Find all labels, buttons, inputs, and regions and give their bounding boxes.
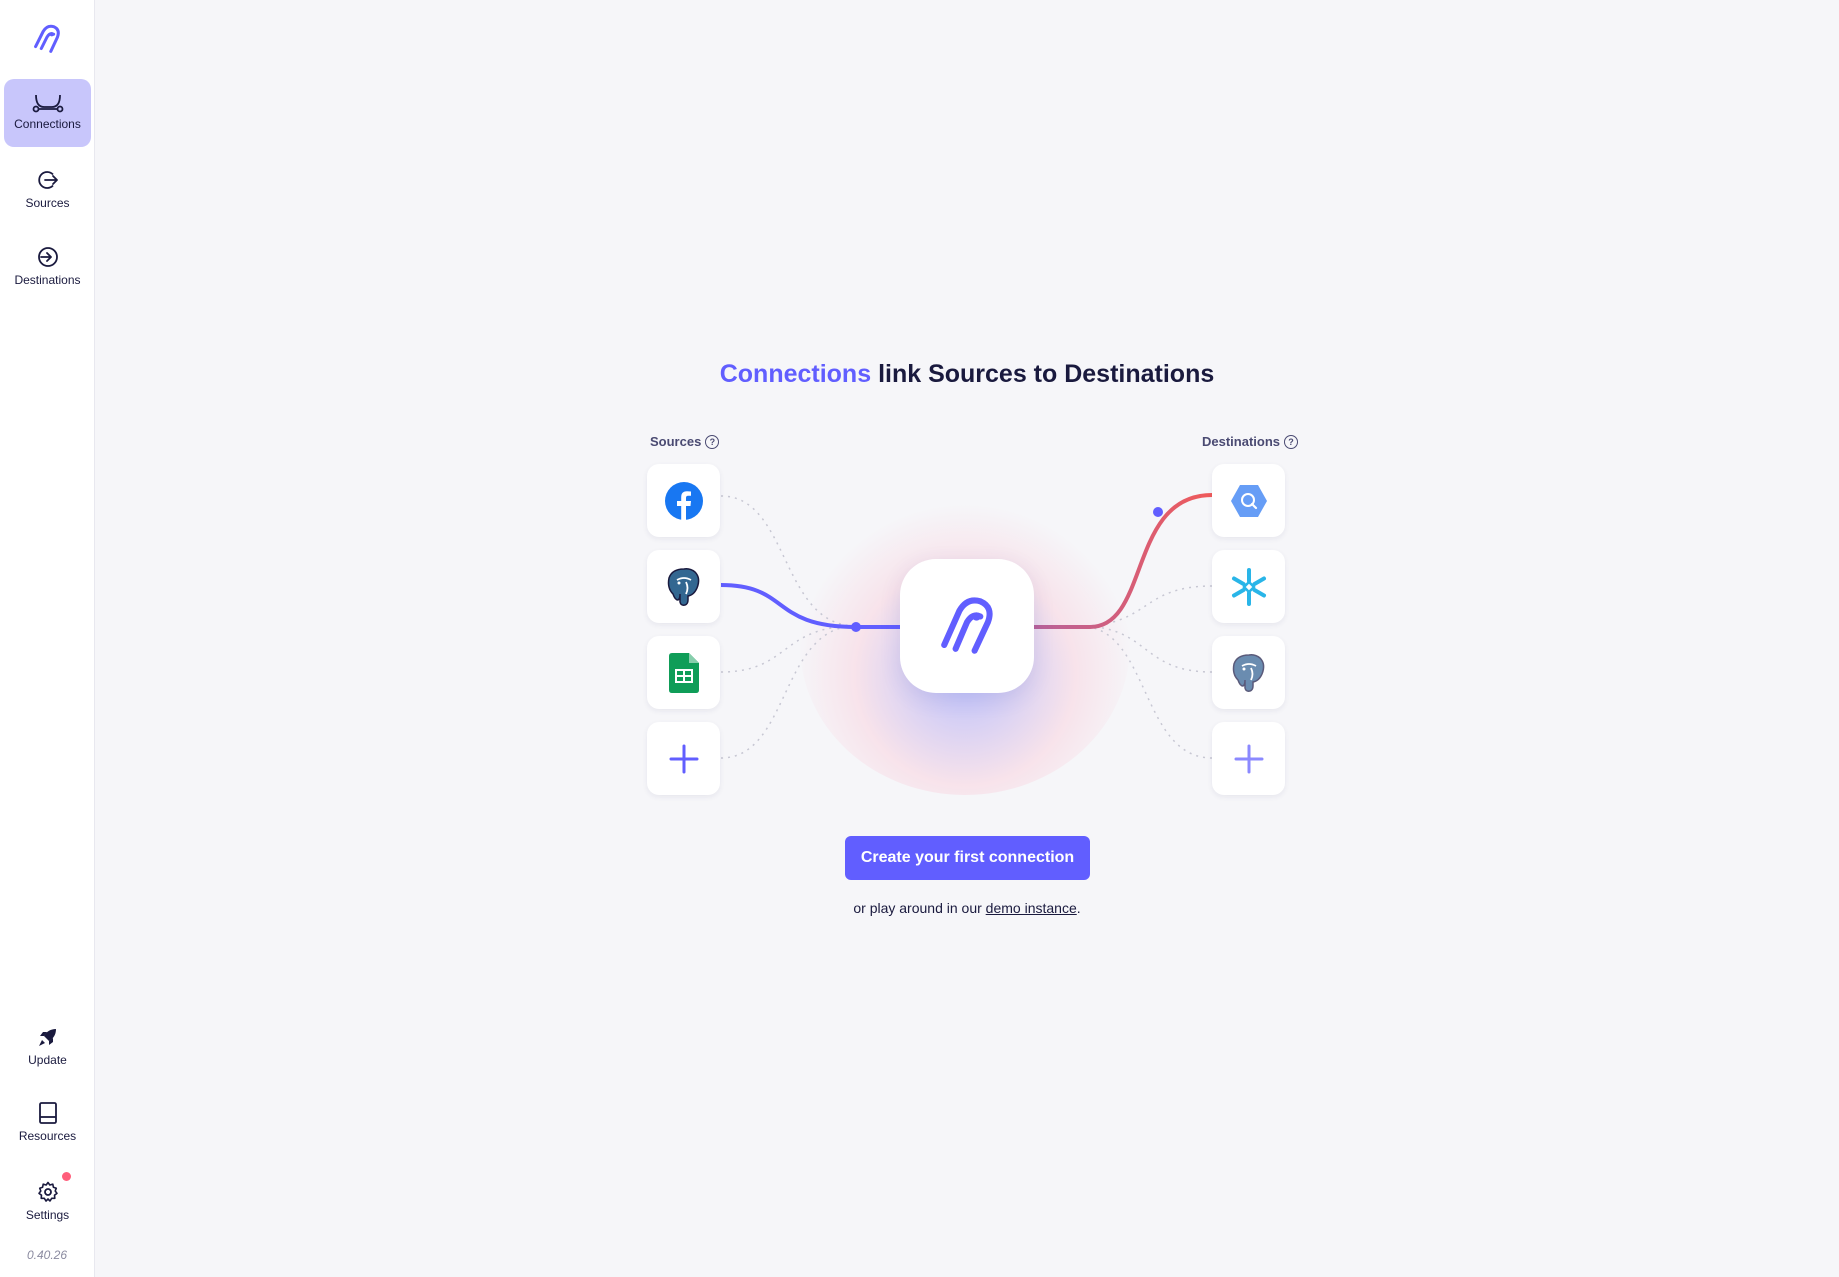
demo-instance-link[interactable]: demo instance <box>986 900 1077 916</box>
subtext-before: or play around in our <box>853 900 986 916</box>
postgres-icon <box>667 567 699 606</box>
bigquery-icon <box>1230 484 1267 517</box>
plus-icon <box>1234 744 1263 773</box>
source-tile-postgres[interactable] <box>647 550 720 623</box>
facebook-icon <box>664 481 703 520</box>
plus-icon <box>669 744 698 773</box>
airbyte-center-tile <box>900 559 1034 693</box>
destination-tile-add[interactable] <box>1212 722 1285 795</box>
source-tile-facebook[interactable] <box>647 464 720 537</box>
postgres-icon <box>1232 653 1264 692</box>
demo-subtext: or play around in our demo instance. <box>95 900 1839 916</box>
source-tile-add[interactable] <box>647 722 720 795</box>
google-sheets-icon <box>668 652 699 693</box>
subtext-after: . <box>1076 900 1081 916</box>
create-connection-button[interactable]: Create your first connection <box>845 836 1090 880</box>
destination-tile-postgres[interactable] <box>1212 636 1285 709</box>
airbyte-logo-icon <box>941 597 993 654</box>
snowflake-icon <box>1231 567 1266 606</box>
destination-tile-bigquery[interactable] <box>1212 464 1285 537</box>
source-tile-google-sheets[interactable] <box>647 636 720 709</box>
destination-tile-snowflake[interactable] <box>1212 550 1285 623</box>
